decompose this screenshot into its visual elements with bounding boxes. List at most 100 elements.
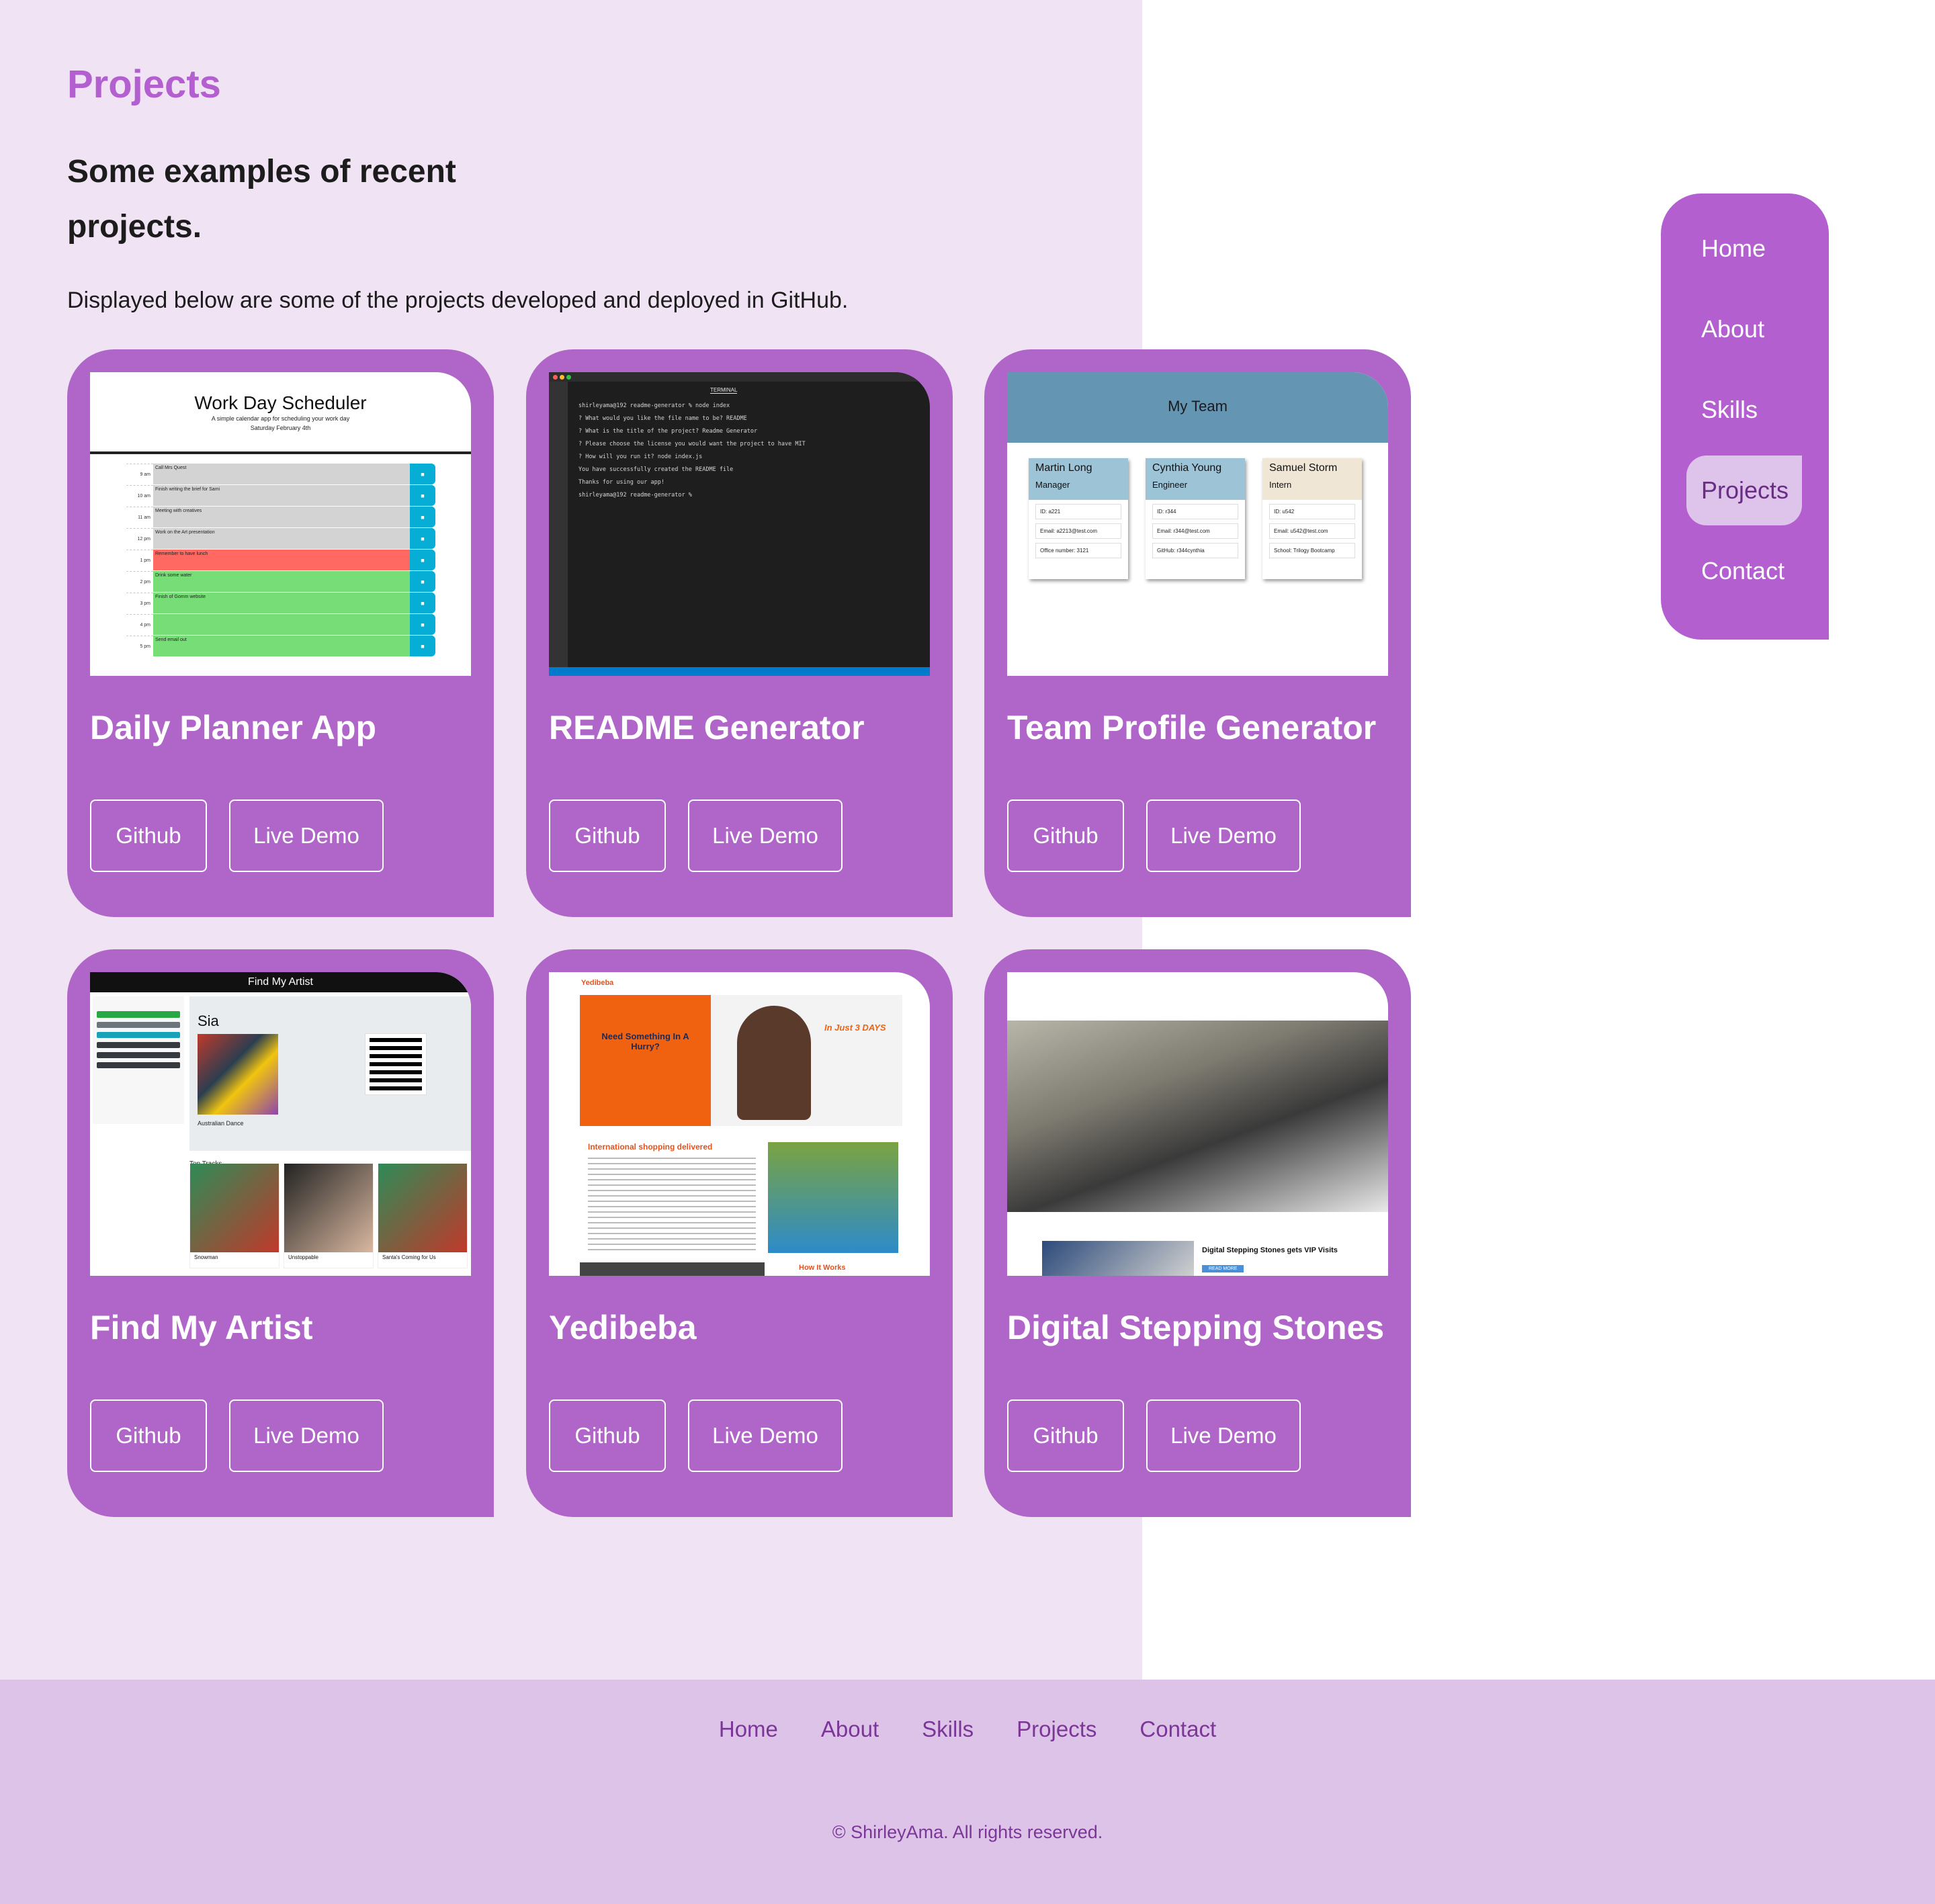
artist-image: [198, 1034, 278, 1115]
project-screenshot: Work Day Scheduler A simple calendar app…: [90, 372, 471, 676]
history-item: [97, 1062, 180, 1068]
team-member-name: Martin Long: [1035, 462, 1092, 474]
footer-link-home[interactable]: Home: [719, 1717, 778, 1742]
save-icon: ■: [410, 507, 435, 527]
save-icon: ■: [410, 550, 435, 570]
live-demo-button[interactable]: Live Demo: [688, 799, 843, 872]
history-item: [97, 1032, 180, 1038]
dss-read-more: READ MORE: [1202, 1265, 1244, 1272]
side-navigation: Home About Skills Projects Contact: [1661, 193, 1829, 640]
github-button[interactable]: Github: [90, 1399, 207, 1472]
team-member-detail: School: Trilogy Bootcamp: [1269, 543, 1355, 558]
team-member-detail: Email: r344@test.com: [1152, 523, 1238, 539]
yedibeba-hero-panel: [580, 995, 711, 1126]
team-member-detail: ID: a221: [1035, 504, 1121, 519]
track-name: Unstoppable: [288, 1254, 318, 1260]
close-dot-icon: [553, 375, 558, 380]
project-screenshot: My Team Martin Long Manager ID: a221 Email:…: [1007, 372, 1388, 676]
track-cover: [284, 1164, 373, 1252]
github-button[interactable]: Github: [1007, 1399, 1124, 1472]
project-card-daily-planner: Work Day Scheduler A simple calendar app…: [67, 349, 494, 917]
team-member-card: Martin Long Manager ID: a221 Email: a2213@t…: [1029, 458, 1128, 579]
side-nav-home[interactable]: Home: [1686, 214, 1802, 284]
project-title: Team Profile Generator: [1007, 709, 1377, 746]
team-member-role: Intern: [1269, 480, 1292, 490]
yedibeba-how-it-works: How It Works: [799, 1264, 846, 1272]
save-icon: ■: [410, 464, 435, 484]
vscode-activity-bar: [549, 382, 568, 667]
terminal-line: ? Please choose the license you would wa…: [578, 441, 806, 447]
minimize-dot-icon: [560, 375, 564, 380]
project-screenshot: Digital Stepping Stones gets VIP Visits …: [1007, 972, 1388, 1276]
save-icon: ■: [410, 593, 435, 613]
planner-hour: 4 pm: [126, 614, 153, 635]
planner-task: Send email out: [153, 636, 410, 656]
terminal-line: ? How will you run it? node index.js: [578, 453, 703, 460]
planner-task: Finish writing the brief for Sami: [153, 485, 410, 506]
yedibeba-hero-text: Need Something In A Hurry?: [601, 1031, 689, 1051]
track-name: Snowman: [194, 1254, 218, 1260]
github-button[interactable]: Github: [549, 799, 666, 872]
intro-text: Displayed below are some of the projects…: [67, 288, 849, 313]
terminal-line: ? What is the title of the project? Read…: [578, 428, 758, 435]
dss-headline: Digital Stepping Stones gets VIP Visits: [1202, 1246, 1338, 1254]
planner-row: 11 am Meeting with creatives ■: [126, 507, 435, 528]
yedibeba-brand: Yedibeba: [581, 979, 614, 987]
planner-rows: 9 am Call Mrs Quest ■ 10 am Finish writing t…: [126, 464, 435, 657]
team-member-detail: Office number: 3121: [1035, 543, 1121, 558]
footer-navigation: Home About Skills Projects Contact: [0, 1717, 1935, 1742]
planner-task: Call Mrs Quest: [153, 464, 410, 484]
footer-link-skills[interactable]: Skills: [922, 1717, 974, 1742]
terminal-tab: TERMINAL: [710, 387, 738, 394]
planner-date: Saturday February 4th: [250, 425, 311, 431]
footer-link-about[interactable]: About: [821, 1717, 879, 1742]
yedibeba-text-block: [588, 1158, 756, 1252]
live-demo-button[interactable]: Live Demo: [1146, 1399, 1301, 1472]
planner-row: 4 pm ■: [126, 614, 435, 636]
live-demo-button[interactable]: Live Demo: [229, 799, 384, 872]
track-name: Santa's Coming for Us: [382, 1254, 436, 1260]
track-card: Unstoppable: [284, 1164, 374, 1268]
yedibeba-hero-person: [737, 1006, 811, 1120]
page-title: Projects: [67, 62, 221, 106]
artist-sidebar: [93, 996, 184, 1124]
dss-hero-photo: [1007, 1021, 1388, 1212]
project-card-find-my-artist: Find My Artist Sia Australian Dance Top …: [67, 949, 494, 1517]
github-button[interactable]: Github: [549, 1399, 666, 1472]
search-button-mini: [97, 1011, 180, 1018]
github-button[interactable]: Github: [1007, 799, 1124, 872]
side-nav-contact[interactable]: Contact: [1686, 536, 1802, 606]
vscode-titlebar: [549, 372, 930, 382]
planner-hour: 1 pm: [126, 550, 153, 570]
planner-task: Finish of Gomm website: [153, 593, 410, 613]
yedibeba-delivery-photo: [768, 1142, 898, 1253]
planner-row: 12 pm Work on the Art presentation ■: [126, 528, 435, 550]
project-card-digital-stepping-stones: Digital Stepping Stones gets VIP Visits …: [984, 949, 1411, 1517]
planner-hour: 9 am: [126, 464, 153, 484]
planner-hour: 10 am: [126, 485, 153, 506]
side-nav-projects[interactable]: Projects: [1686, 456, 1802, 525]
team-member-header: Samuel Storm Intern: [1262, 458, 1362, 500]
planner-row: 9 am Call Mrs Quest ■: [126, 464, 435, 485]
live-demo-button[interactable]: Live Demo: [229, 1399, 384, 1472]
team-heading: My Team: [1168, 398, 1228, 415]
side-nav-skills[interactable]: Skills: [1686, 375, 1802, 445]
team-member-name: Samuel Storm: [1269, 462, 1338, 474]
planner-hour: 11 am: [126, 507, 153, 527]
live-demo-button[interactable]: Live Demo: [1146, 799, 1301, 872]
project-card-readme-generator: TERMINAL shirleyama@192 readme-generator…: [526, 349, 953, 917]
project-screenshot: TERMINAL shirleyama@192 readme-generator…: [549, 372, 930, 676]
team-member-header: Cynthia Young Engineer: [1146, 458, 1245, 500]
team-member-detail: ID: u542: [1269, 504, 1355, 519]
side-nav-about[interactable]: About: [1686, 294, 1802, 364]
live-demo-button[interactable]: Live Demo: [688, 1399, 843, 1472]
track-cover: [190, 1164, 279, 1252]
github-button[interactable]: Github: [90, 799, 207, 872]
planner-divider: [90, 451, 471, 454]
footer-link-projects[interactable]: Projects: [1017, 1717, 1096, 1742]
planner-task: Meeting with creatives: [153, 507, 410, 527]
footer-link-contact[interactable]: Contact: [1140, 1717, 1216, 1742]
artist-name: Sia: [198, 1012, 219, 1029]
page-subtitle: Some examples of recent projects.: [67, 154, 456, 245]
project-title: Daily Planner App: [90, 709, 377, 746]
